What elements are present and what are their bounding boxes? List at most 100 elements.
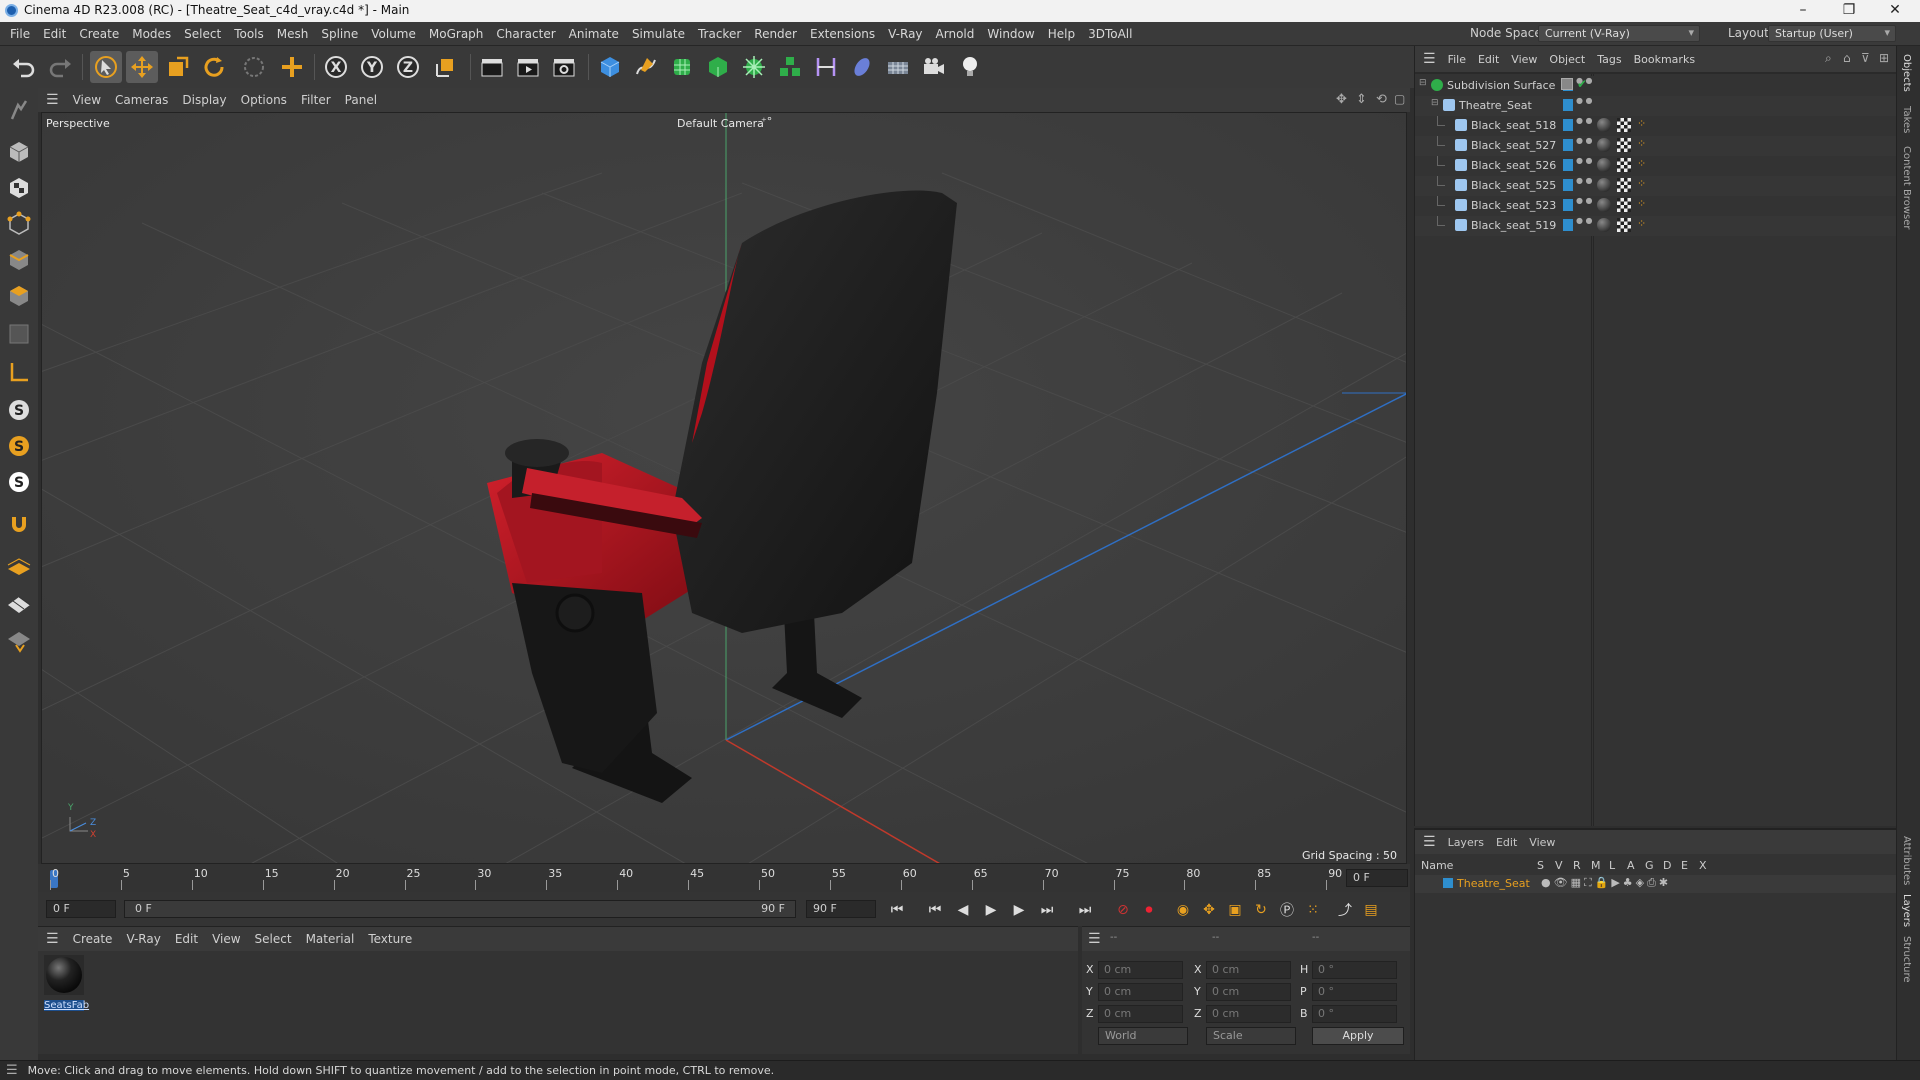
next-keyframe-button[interactable]: ⏭ <box>1036 899 1058 921</box>
object-menu-bookmarks[interactable]: Bookmarks <box>1634 53 1695 66</box>
make-editable-button[interactable] <box>3 94 35 126</box>
timeline-window-button[interactable]: ▤ <box>1360 899 1382 921</box>
menu-v-ray[interactable]: V-Ray <box>888 27 922 41</box>
object-name[interactable]: Theatre_Seat <box>1459 99 1532 112</box>
camera-link-icon[interactable]: ⁺° <box>761 115 772 128</box>
object-row[interactable]: Black_seat_525 ● ● ⁘ <box>1415 176 1897 196</box>
menu-help[interactable]: Help <box>1048 27 1075 41</box>
visibility-dots[interactable]: ● ● <box>1576 117 1593 125</box>
uvw-tag-icon[interactable] <box>1617 198 1631 212</box>
layer-color-tag[interactable] <box>1563 179 1573 191</box>
menu-create[interactable]: Create <box>79 27 119 41</box>
rotation-field[interactable]: 0 ° <box>1312 983 1397 1001</box>
object-menu-tags[interactable]: Tags <box>1597 53 1621 66</box>
layer-column-s[interactable]: S <box>1537 859 1544 872</box>
keyframe-selection-button[interactable]: ◉ <box>1172 899 1194 921</box>
tab-objects[interactable]: Objects <box>1901 54 1912 92</box>
material-tag-icon[interactable] <box>1597 138 1611 152</box>
menu-modes[interactable]: Modes <box>132 27 171 41</box>
go-to-end-button[interactable]: ⏭ <box>1074 899 1096 921</box>
point-mode-button[interactable] <box>3 208 35 240</box>
motion-system-button[interactable]: ⤴ <box>1334 899 1356 921</box>
layer-column-m[interactable]: M <box>1591 859 1601 872</box>
add-tool-button[interactable] <box>276 51 308 83</box>
tab-takes[interactable]: Takes <box>1901 106 1912 133</box>
quantize-button[interactable]: S <box>3 466 35 498</box>
object-row[interactable]: ⊟ Subdivision Surface ● ● ✔ <box>1415 76 1897 96</box>
layer-name[interactable]: Theatre_Seat <box>1457 877 1530 890</box>
layout-dropdown[interactable]: Startup (User) <box>1768 25 1896 42</box>
material-menu-material[interactable]: Material <box>306 932 355 946</box>
select-tool-button[interactable] <box>90 51 122 83</box>
minimize-button[interactable]: – <box>1780 0 1826 22</box>
object-row[interactable]: Black_seat_526 ● ● ⁘ <box>1415 156 1897 176</box>
layer-column-d[interactable]: D <box>1663 859 1671 872</box>
floor-button[interactable] <box>882 51 914 83</box>
play-button[interactable]: ▶ <box>980 899 1002 921</box>
object-row[interactable]: ⊟ Theatre_Seat ● ● <box>1415 96 1897 116</box>
size-field[interactable]: 0 cm <box>1206 961 1291 979</box>
menu-simulate[interactable]: Simulate <box>632 27 685 41</box>
menu-character[interactable]: Character <box>496 27 555 41</box>
hamburger-icon[interactable]: ☰ <box>46 931 59 947</box>
layer-color-tag[interactable] <box>1563 159 1573 171</box>
visibility-dots[interactable]: ● ● <box>1576 197 1593 205</box>
undo-button[interactable] <box>8 51 40 83</box>
phong-tag-icon[interactable]: ⁘ <box>1637 117 1646 130</box>
hamburger-icon[interactable]: ☰ <box>46 92 59 108</box>
rotation-field[interactable]: 0 ° <box>1312 1005 1397 1023</box>
menu-tracker[interactable]: Tracker <box>698 27 741 41</box>
y-axis-lock-button[interactable]: Y <box>356 51 388 83</box>
menu-mograph[interactable]: MoGraph <box>429 27 484 41</box>
visibility-dots[interactable]: ● ● <box>1576 137 1593 145</box>
object-name[interactable]: Black_seat_525 <box>1471 179 1556 192</box>
grid-button[interactable] <box>3 586 35 618</box>
uvw-tag-icon[interactable] <box>1617 178 1631 192</box>
object-name[interactable]: Black_seat_519 <box>1471 219 1556 232</box>
viewport-menu-cameras[interactable]: Cameras <box>115 93 168 107</box>
layer-column-name[interactable]: Name <box>1421 859 1453 872</box>
render-picture-viewer-button[interactable] <box>512 51 544 83</box>
3d-viewport[interactable]: Perspective Default Camera ⁺° Grid Spaci… <box>41 112 1407 864</box>
max-frame-field[interactable]: 90 F <box>806 900 876 918</box>
filter-icon[interactable]: ⊽ <box>1861 51 1870 65</box>
viewport-move-icon[interactable]: ✥ <box>1336 92 1347 107</box>
menu-tools[interactable]: Tools <box>234 27 264 41</box>
layer-column-a[interactable]: A <box>1627 859 1635 872</box>
viewport-rotate-icon[interactable]: ⟲ <box>1376 92 1387 107</box>
uvw-tag-icon[interactable] <box>1617 118 1631 132</box>
scale-tool-button[interactable] <box>162 51 194 83</box>
position-field[interactable]: 0 cm <box>1098 961 1183 979</box>
extrude-button[interactable] <box>702 51 734 83</box>
search-icon[interactable]: ⌕ <box>1825 51 1832 66</box>
x-axis-lock-button[interactable]: X <box>320 51 352 83</box>
key-position-button[interactable]: ✥ <box>1198 899 1220 921</box>
phong-tag-icon[interactable]: ⁘ <box>1637 137 1646 150</box>
viewport-menu-panel[interactable]: Panel <box>345 93 377 107</box>
current-frame-field[interactable]: 0 F <box>46 900 116 918</box>
layer-row[interactable]: Theatre_Seat ●👁▦⛶🔒▶♣◈⎙✱ <box>1415 875 1897 893</box>
material-tag-icon[interactable] <box>1597 198 1611 212</box>
menu-render[interactable]: Render <box>754 27 797 41</box>
autokey-button[interactable]: ⏺ <box>1138 899 1160 921</box>
coordinate-system-dropdown[interactable]: World <box>1098 1027 1188 1045</box>
redo-button[interactable] <box>44 51 76 83</box>
menu-volume[interactable]: Volume <box>371 27 416 41</box>
field-button[interactable] <box>846 51 878 83</box>
visibility-dots[interactable]: ● ● <box>1576 97 1593 105</box>
material-tag-icon[interactable] <box>1597 218 1611 232</box>
magnet-button[interactable] <box>3 508 35 540</box>
key-pla-button[interactable]: ⁙ <box>1302 899 1324 921</box>
maximize-button[interactable]: ❐ <box>1826 0 1872 22</box>
object-row[interactable]: Black_seat_523 ● ● ⁘ <box>1415 196 1897 216</box>
tab-structure[interactable]: Structure <box>1901 936 1912 983</box>
menu-3dtoall[interactable]: 3DToAll <box>1088 27 1132 41</box>
visibility-dots[interactable]: ● ● <box>1576 177 1593 185</box>
menu-edit[interactable]: Edit <box>43 27 66 41</box>
material-tag-icon[interactable] <box>1597 118 1611 132</box>
timeline-ruler[interactable]: 0 5 10 15 20 25 30 35 40 45 50 55 60 65 70 75 80 85 90 0 F <box>38 864 1410 892</box>
cloner-button[interactable] <box>738 51 770 83</box>
material-menu-create[interactable]: Create <box>73 932 113 946</box>
coordinate-system-button[interactable] <box>430 51 462 83</box>
uv-mode-button[interactable] <box>3 318 35 350</box>
